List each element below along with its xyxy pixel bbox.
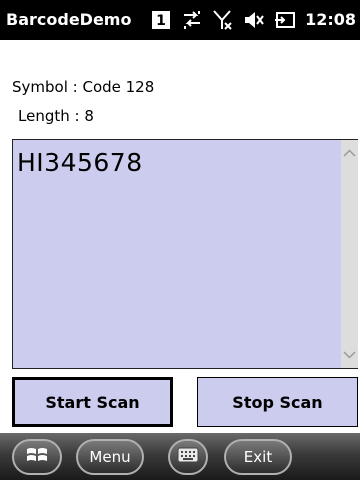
windows-flag-icon xyxy=(25,444,49,470)
scanned-barcode-value: HI345678 xyxy=(17,148,143,177)
symbol-label: Symbol : Code 128 xyxy=(12,78,155,96)
keyboard-icon xyxy=(177,447,199,467)
stop-scan-button[interactable]: Stop Scan xyxy=(197,377,358,427)
notification-1-icon[interactable]: 1 xyxy=(150,9,172,31)
status-icons: 1 xyxy=(150,6,296,34)
app-title: BarcodeDemo xyxy=(6,10,132,29)
no-signal-icon[interactable] xyxy=(212,9,234,31)
battery-charging-icon[interactable] xyxy=(274,9,296,31)
notification-count: 1 xyxy=(156,13,166,29)
keyboard-button[interactable] xyxy=(168,439,208,475)
clock: 12:08 xyxy=(305,10,356,29)
scrollbar[interactable] xyxy=(341,140,358,368)
exit-button[interactable]: Exit xyxy=(224,439,292,475)
length-label: Length : 8 xyxy=(18,107,94,125)
start-scan-button[interactable]: Start Scan xyxy=(12,377,173,427)
menu-button[interactable]: Menu xyxy=(76,439,144,475)
volume-mute-icon[interactable] xyxy=(243,9,265,31)
scroll-up-icon[interactable] xyxy=(343,146,356,160)
title-bar: BarcodeDemo 1 12:08 xyxy=(0,0,360,40)
data-connection-icon[interactable] xyxy=(181,9,203,31)
menu-bar: Menu Exit xyxy=(0,433,360,480)
result-textarea[interactable]: HI345678 xyxy=(12,139,358,369)
scroll-down-icon[interactable] xyxy=(343,348,356,362)
windows-start-button[interactable] xyxy=(12,439,62,475)
